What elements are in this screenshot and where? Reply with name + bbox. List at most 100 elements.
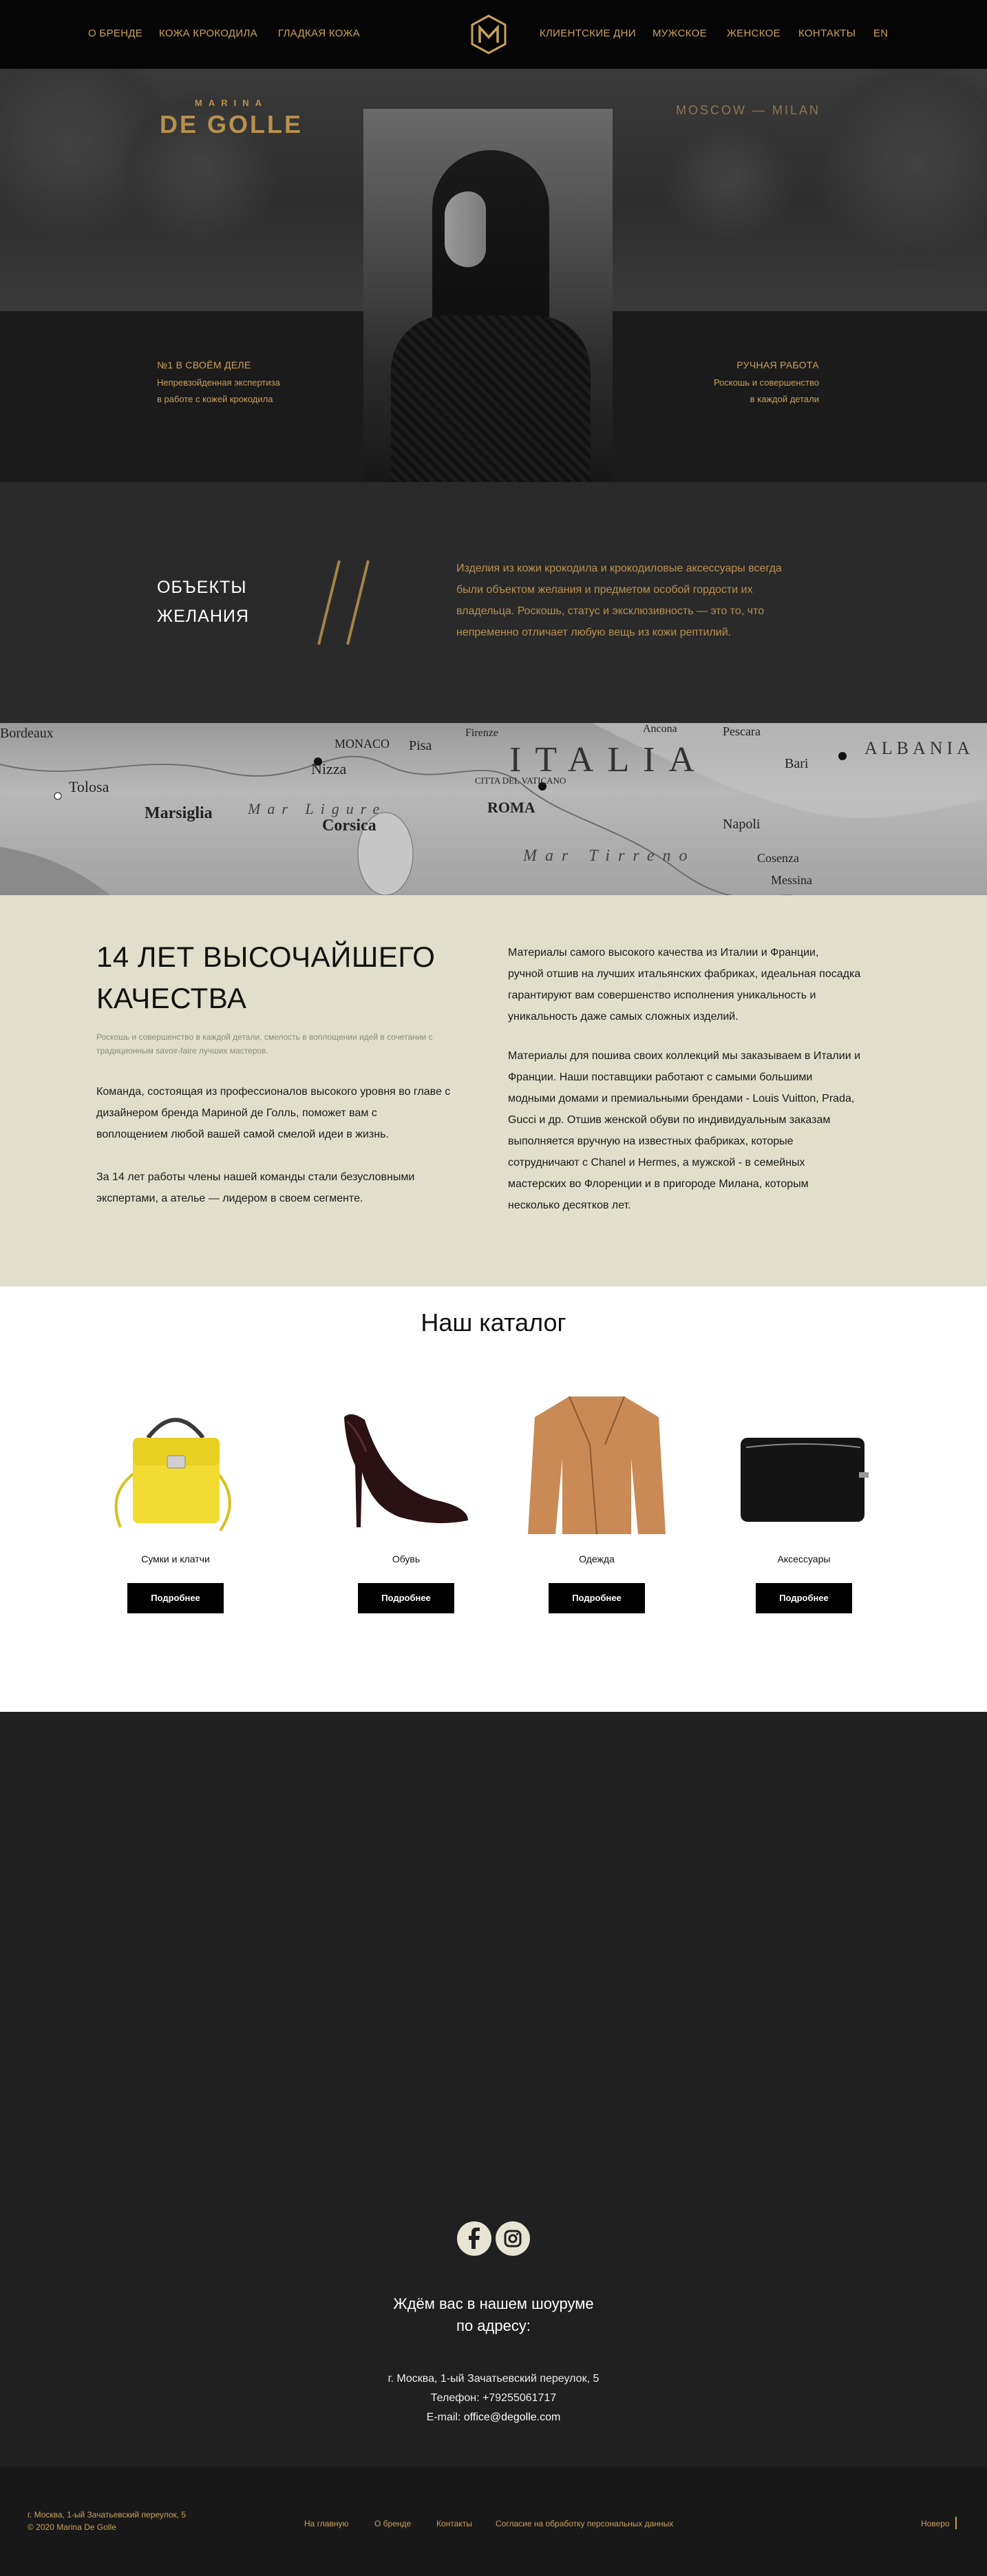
paragraph-line: гарантируют вам совершенство исполнения … xyxy=(508,989,816,1001)
hero-left-heading: №1 В СВОЁМ ДЕЛЕ xyxy=(157,359,251,370)
paragraph-line: выполняется вручную на известных фабрика… xyxy=(508,1135,794,1147)
quality-right-paragraph-2: Материалы для пошива своих коллекций мы … xyxy=(508,1045,893,1216)
map-label: ALBANIA xyxy=(864,738,974,758)
italy-map-image: Bordeaux Tolosa Marsiglia MONACO Nizza P… xyxy=(0,723,987,895)
map-label: Marsiglia xyxy=(145,804,213,822)
showroom-address: г. Москва, 1-ый Зачатьевский переулок, 5 xyxy=(388,2373,599,2385)
double-slash-decoration-icon xyxy=(317,560,370,645)
brand-name-small: MARINA xyxy=(195,98,268,108)
objects-title-line: ОБЪЕКТЫ xyxy=(157,578,247,597)
clothing-details-button[interactable]: Подробнее xyxy=(549,1583,645,1613)
paragraph-line: ручной отшив на лучших итальянских фабри… xyxy=(508,968,861,980)
quality-left-paragraph-1: Команда, состоящая из профессионалов выс… xyxy=(96,1081,482,1145)
top-navigation: О БРЕНДЕ КОЖА КРОКОДИЛА ГЛАДКАЯ КОЖА КЛИ… xyxy=(0,0,987,69)
showroom-email-line: E-mail: office@degolle.com xyxy=(0,2411,987,2424)
paragraph-line: мастерских во Флоренции и в пригороде Ми… xyxy=(508,1178,809,1190)
quality-right-paragraph-1: Материалы самого высокого качества из Ит… xyxy=(508,942,893,1027)
objects-title: ОБЪЕКТЫ ЖЕЛАНИЯ xyxy=(157,573,249,631)
showroom-heading-line: по адресу: xyxy=(456,2317,531,2334)
quality-left-paragraph-2: За 14 лет работы члены нашей команды ста… xyxy=(96,1166,482,1209)
catalog-section: Наш каталог Сумки и клатчи Подробнее Обу… xyxy=(0,1286,987,1712)
nav-client-days[interactable]: КЛИЕНТСКИЕ ДНИ xyxy=(540,28,636,39)
map-label: Nizza xyxy=(311,760,347,777)
quality-subtitle-line: традиционным savoir-faire лучших мастеро… xyxy=(96,1046,268,1056)
footer-link-privacy-consent[interactable]: Согласие на обработку персональных данны… xyxy=(496,2519,673,2528)
instagram-icon[interactable] xyxy=(496,2221,530,2256)
city-tagline: MOSCOW — MILAN xyxy=(675,103,820,117)
footer-copyright: © 2020 Marina De Golle xyxy=(28,2522,116,2532)
bag-image[interactable] xyxy=(100,1390,251,1541)
footer-divider xyxy=(955,2517,957,2529)
footer-link-about[interactable]: О бренде xyxy=(374,2519,411,2528)
map-label: Firenze xyxy=(465,727,498,739)
map-label: Cosenza xyxy=(757,851,799,865)
nav-language-en[interactable]: EN xyxy=(873,28,888,39)
accessories-details-button[interactable]: Подробнее xyxy=(756,1583,852,1613)
email-prefix: E-mail: xyxy=(426,2411,464,2423)
hero-right-line: в каждой детали xyxy=(750,394,819,404)
footer-address: г. Москва, 1-ый Зачатьевский переулок, 5 xyxy=(28,2510,187,2520)
hero-left-line: в работе с кожей крокодила xyxy=(157,394,273,404)
map-label: Pescara xyxy=(723,724,761,738)
wallet-image[interactable] xyxy=(728,1390,880,1541)
paragraph-line: Gucci и др. Отшив женской обуви по индив… xyxy=(508,1114,831,1126)
paragraph-line: модными домами и премиальными брендами -… xyxy=(508,1093,855,1104)
catalog-item-label: Аксессуары xyxy=(777,1553,831,1564)
map-label: ITALIA xyxy=(509,740,709,779)
map-label: Mar Ligure xyxy=(248,800,387,817)
objects-text-line: владельца. Роскошь, статус и эксклюзивно… xyxy=(456,605,765,617)
footer-developer-credit[interactable]: Новеро xyxy=(921,2519,950,2528)
email-link[interactable]: office@degolle.com xyxy=(464,2411,560,2423)
map-label: ROMA xyxy=(487,799,535,816)
nav-contacts[interactable]: КОНТАКТЫ xyxy=(798,28,856,39)
catalog-item-label: Обувь xyxy=(392,1553,421,1564)
paragraph-line: воплощением любой вашей самой смелой иде… xyxy=(96,1129,389,1140)
quality-subtitle-line: Роскошь и совершенство в каждой детали, … xyxy=(96,1032,433,1042)
map-label: Corsica xyxy=(322,817,376,835)
designer-portrait-image xyxy=(363,109,613,482)
paragraph-line: Команда, состоящая из профессионалов выс… xyxy=(96,1086,451,1098)
catalog-item-label: Сумки и клатчи xyxy=(141,1553,210,1564)
objects-title-line: ЖЕЛАНИЯ xyxy=(157,607,249,626)
objects-text-line: непременно отличает любую вещь из кожи р… xyxy=(456,627,732,638)
quality-title-line: 14 ЛЕТ ВЫСОЧАЙШЕГО xyxy=(96,941,436,973)
hero-left-line: Непревзойденная экспертиза xyxy=(157,377,280,388)
facebook-icon[interactable] xyxy=(457,2221,491,2256)
map-label: Bari xyxy=(785,756,809,771)
shoe-image[interactable] xyxy=(330,1390,482,1541)
map-label: Mar Tirreno xyxy=(523,847,696,865)
brand-logo-icon[interactable] xyxy=(469,14,508,55)
shoes-details-button[interactable]: Подробнее xyxy=(358,1583,454,1613)
quality-subtitle: Роскошь и совершенство в каждой детали, … xyxy=(96,1030,482,1058)
jacket-image[interactable] xyxy=(521,1390,672,1541)
objects-text-line: были объектом желания и предметом особой… xyxy=(456,584,753,596)
catalog-item-label: Одежда xyxy=(579,1553,615,1564)
nav-about-brand[interactable]: О БРЕНДЕ xyxy=(88,28,142,39)
paragraph-line: За 14 лет работы члены нашей команды ста… xyxy=(96,1171,415,1183)
map-label: Pisa xyxy=(409,738,432,753)
nav-women[interactable]: ЖЕНСКОЕ xyxy=(727,28,781,39)
footer-link-contacts[interactable]: Контакты xyxy=(436,2519,472,2528)
contacts-section: Ждём вас в нашем шоуруме по адресу: г. М… xyxy=(0,1712,987,2467)
map-label: CITTA DEL VATICANO xyxy=(475,775,566,786)
objects-description: Изделия из кожи крокодила и крокодиловые… xyxy=(456,558,828,643)
quality-section: 14 ЛЕТ ВЫСОЧАЙШЕГО КАЧЕСТВА Роскошь и со… xyxy=(0,895,987,1286)
map-label: Messina xyxy=(771,873,812,887)
footer-link-home[interactable]: На главную xyxy=(304,2519,348,2528)
nav-men[interactable]: МУЖСКОЕ xyxy=(652,28,707,39)
paragraph-line: сотрудничают с Chanel и Hermes, а мужско… xyxy=(508,1157,805,1169)
paragraph-line: Материалы самого высокого качества из Ит… xyxy=(508,947,819,959)
hero-right-heading: РУЧНАЯ РАБОТА xyxy=(736,359,819,370)
paragraph-line: несколько десятков лет. xyxy=(508,1200,631,1211)
paragraph-line: экспертами, а ателье — лидером в своем с… xyxy=(96,1193,363,1204)
quality-title: 14 ЛЕТ ВЫСОЧАЙШЕГО КАЧЕСТВА xyxy=(96,936,454,1019)
hero-section: MARINA DE GOLLE MOSCOW — MILAN №1 В СВОЁ… xyxy=(0,69,987,482)
brand-name-large: DE GOLLE xyxy=(159,110,303,138)
bags-details-button[interactable]: Подробнее xyxy=(127,1583,224,1613)
nav-smooth-leather[interactable]: ГЛАДКАЯ КОЖА xyxy=(278,28,360,39)
catalog-title: Наш каталог xyxy=(421,1308,566,1337)
map-label: MONACO xyxy=(335,737,390,751)
objects-text-line: Изделия из кожи крокодила и крокодиловые… xyxy=(456,563,782,574)
nav-crocodile-leather[interactable]: КОЖА КРОКОДИЛА xyxy=(159,28,257,39)
map-label: Tolosa xyxy=(69,778,109,795)
